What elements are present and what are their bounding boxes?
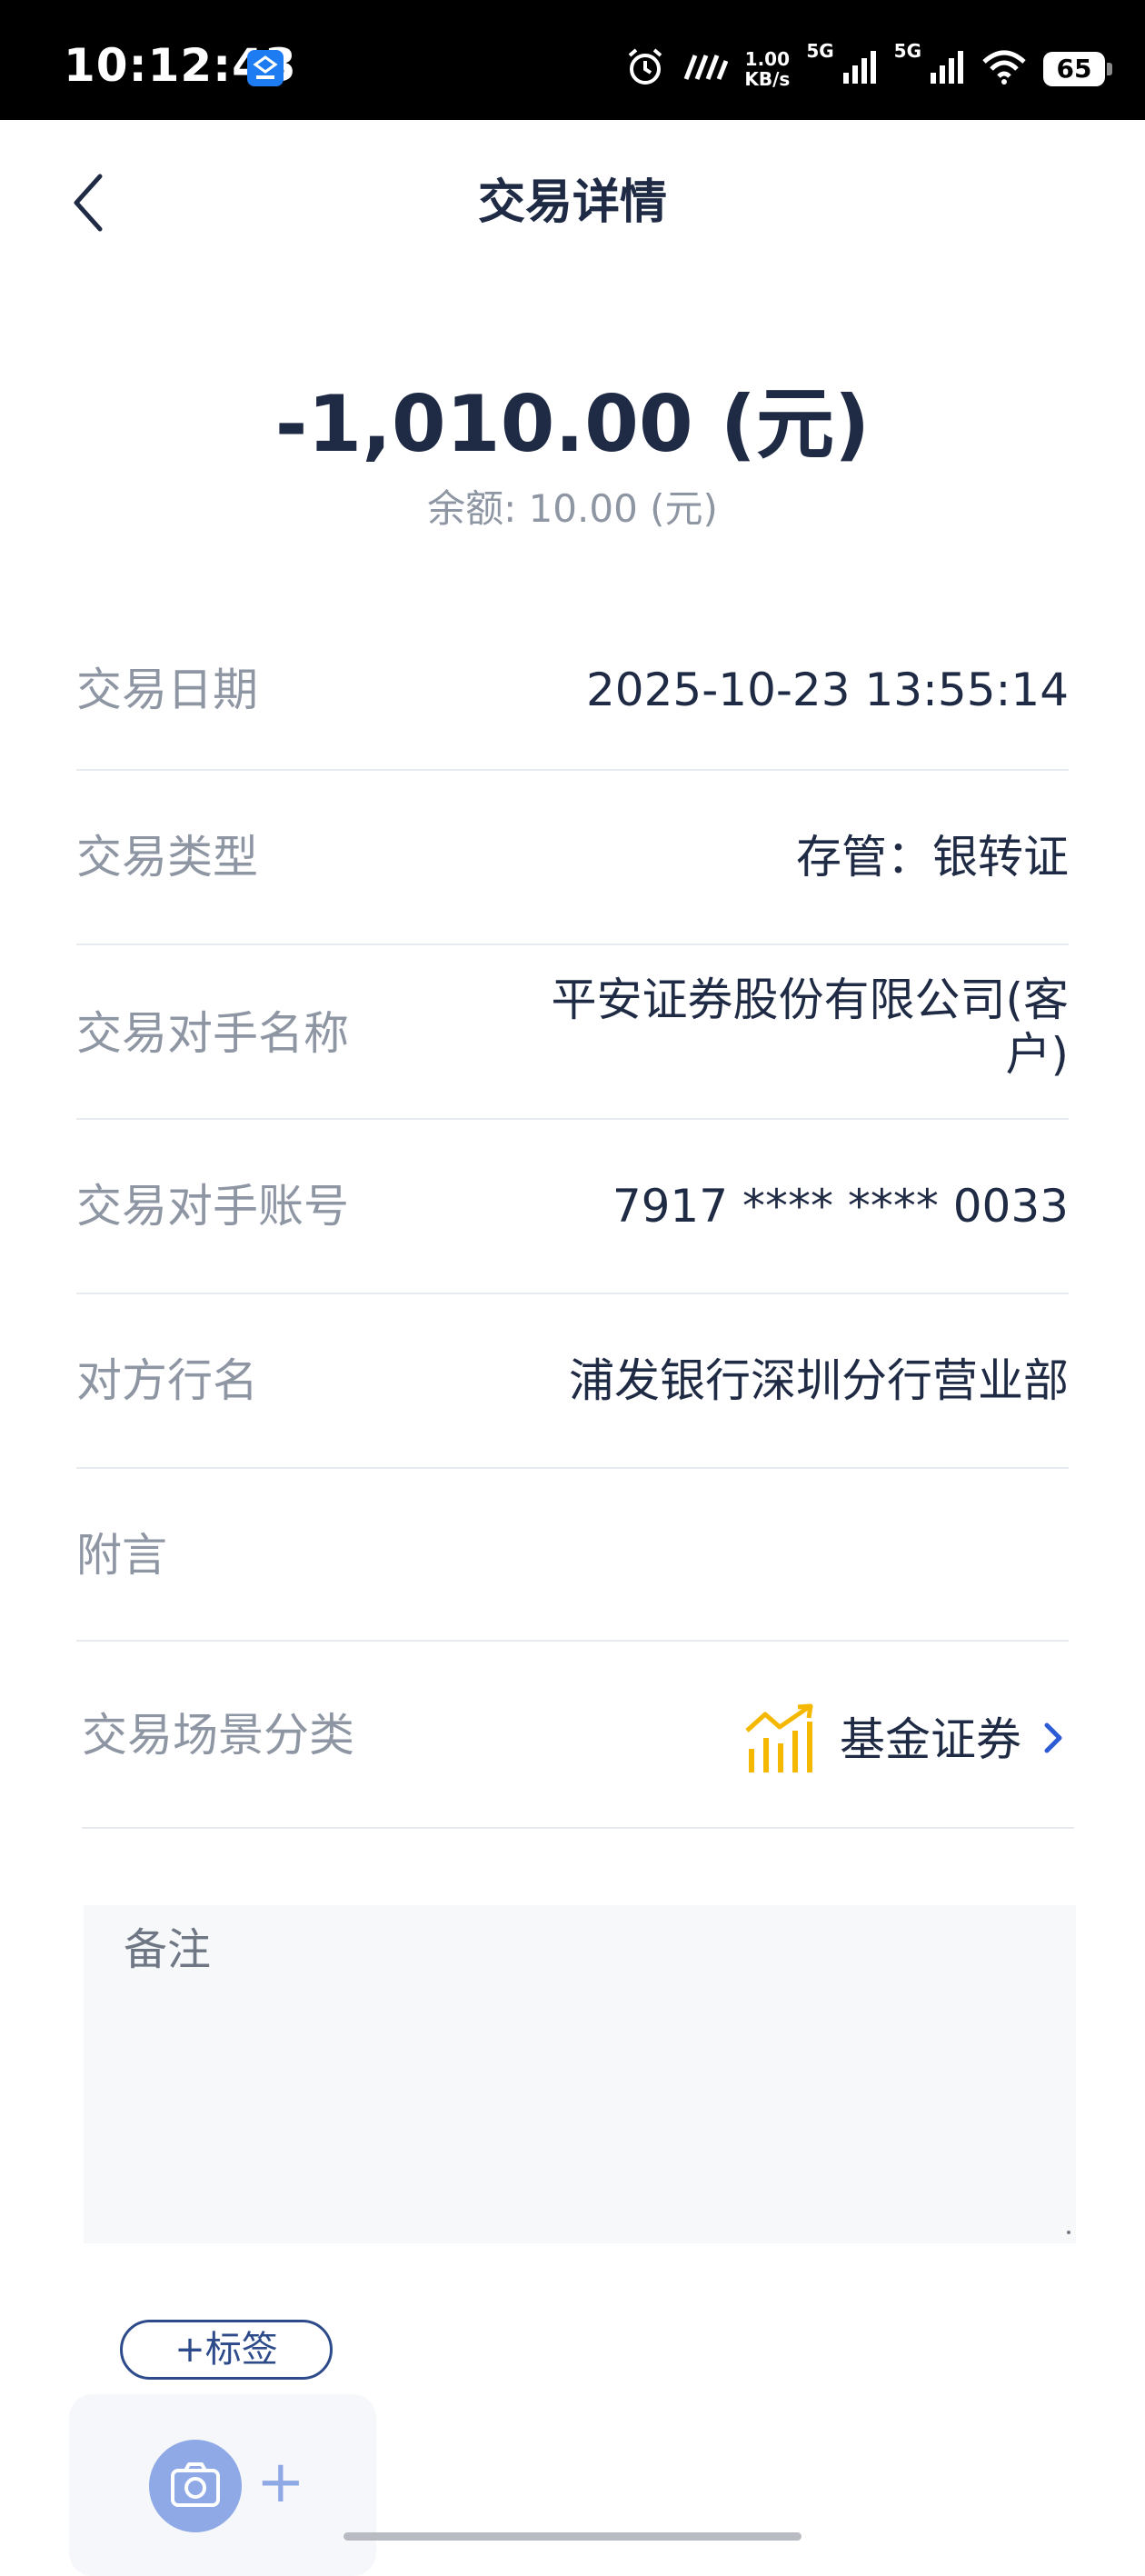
- detail-label: 交易对手账号: [76, 1180, 349, 1233]
- detail-value: 2025-10-23 13:55:14: [585, 664, 1069, 716]
- status-indicators: 1.00 KB/s 5G 5G 65: [624, 40, 1112, 98]
- alarm-icon: [624, 46, 666, 92]
- detail-row-type: 交易类型 存管：银转证: [76, 771, 1069, 945]
- detail-row-counterparty-account: 交易对手账号 7917 **** **** 0033: [76, 1120, 1069, 1294]
- detail-label: 附言: [76, 1529, 167, 1582]
- add-photo-button[interactable]: +: [69, 2394, 376, 2576]
- balance-text: 余额: 10.00 (元): [427, 486, 718, 531]
- signal-icon: [841, 51, 878, 87]
- vibrate-icon: [682, 54, 729, 85]
- remark-textarea[interactable]: 备注: [84, 1905, 1076, 2243]
- scene-category-value: 基金证券: [840, 1713, 1021, 1766]
- detail-value: 7917 **** **** 0033: [612, 1180, 1069, 1233]
- add-tag-button[interactable]: +标签: [120, 2320, 333, 2380]
- network-speed: 1.00 KB/s: [744, 48, 791, 90]
- detail-label: 交易日期: [76, 664, 258, 716]
- wifi-icon: [981, 49, 1027, 89]
- detail-value: 平安证券股份有限公司(客户): [551, 973, 1069, 1081]
- rising-chart-icon: [745, 1703, 820, 1776]
- detail-label: 对方行名: [76, 1354, 258, 1407]
- transaction-amount: -1,010.00 (元): [274, 379, 871, 470]
- page-title: 交易详情: [477, 175, 667, 230]
- resize-handle-icon: [1063, 2222, 1072, 2240]
- detail-value: 浦发银行深圳分行营业部: [569, 1354, 1069, 1407]
- chevron-right-icon: [1041, 1718, 1065, 1762]
- detail-row-date: 交易日期 2025-10-23 13:55:14: [76, 611, 1069, 771]
- scene-category-label: 交易场景分类: [82, 1709, 354, 1762]
- detail-row-postscript: 附言: [76, 1469, 1069, 1642]
- battery-icon: 65: [1043, 52, 1112, 86]
- detail-row-bank-name: 对方行名 浦发银行深圳分行营业部: [76, 1294, 1069, 1469]
- signal-2-label: 5G: [893, 40, 921, 62]
- plus-icon: +: [256, 2449, 305, 2516]
- detail-label: 交易类型: [76, 831, 258, 884]
- signal-1-label: 5G: [806, 40, 834, 62]
- home-indicator[interactable]: [344, 2532, 802, 2541]
- detail-row-counterparty-name: 交易对手名称 平安证券股份有限公司(客户): [76, 945, 1069, 1120]
- scene-category-selector[interactable]: 基金证券: [745, 1703, 1065, 1776]
- detail-value: 存管：银转证: [796, 831, 1069, 884]
- app-notification-icon: [247, 50, 284, 86]
- scene-category-row[interactable]: 交易场景分类 基金证券: [82, 1642, 1074, 1829]
- camera-icon: [149, 2440, 242, 2532]
- signal-icon: [929, 51, 965, 87]
- detail-label: 交易对手名称: [76, 1007, 349, 1060]
- status-bar: 10:12:43 1.00 KB/s 5G 5G 65: [0, 0, 1145, 120]
- remark-placeholder: 备注: [124, 1924, 212, 1975]
